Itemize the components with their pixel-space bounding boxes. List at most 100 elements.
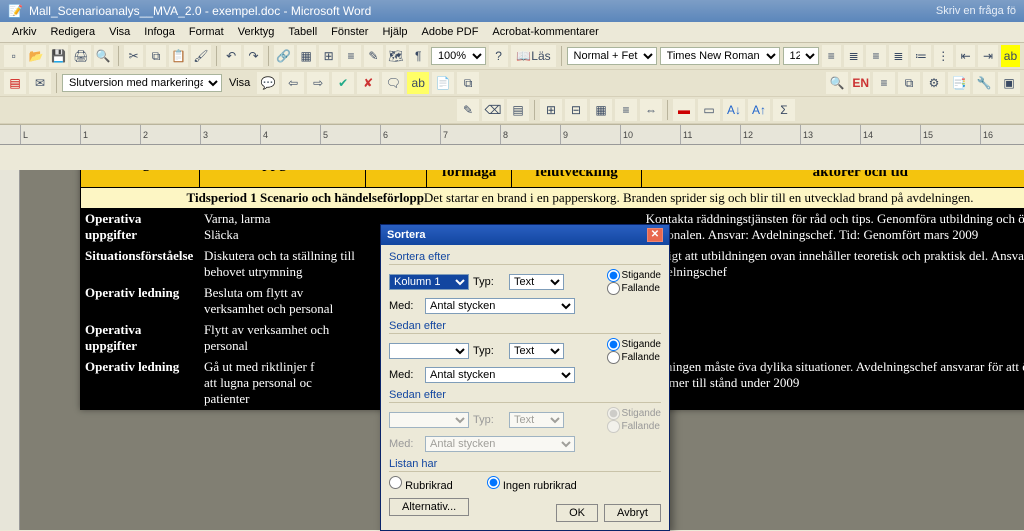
table-cell[interactable]: Operativ ledning — [81, 357, 200, 410]
menu-hjälp[interactable]: Hjälp — [376, 24, 413, 40]
pdf-mail-icon[interactable]: ✉ — [29, 72, 51, 94]
split-icon[interactable]: ⊟ — [565, 99, 587, 121]
bullet-list-icon[interactable]: ⋮ — [934, 45, 953, 67]
paste-icon[interactable]: 📋 — [169, 45, 188, 67]
map-icon[interactable]: 🗺 — [386, 45, 405, 67]
ruler-vertical[interactable] — [0, 170, 20, 530]
table-cell[interactable]: Diskutera och ta ställning till behovet … — [199, 246, 365, 283]
table-cell[interactable] — [641, 283, 1024, 320]
bordercolor-icon[interactable]: ▭ — [698, 99, 720, 121]
sort-using-select[interactable]: Antal stycken — [425, 298, 575, 314]
menu-redigera[interactable]: Redigera — [44, 24, 101, 40]
tracking-select[interactable]: Slutversion med markeringar — [62, 74, 222, 92]
table-icon[interactable]: ▦ — [297, 45, 316, 67]
insertrow-icon[interactable]: ▤ — [507, 99, 529, 121]
link-icon[interactable]: 🔗 — [274, 45, 293, 67]
autosum-icon[interactable]: Σ — [773, 99, 795, 121]
table-cell[interactable] — [641, 320, 1024, 357]
new-icon[interactable]: ▫ — [4, 45, 23, 67]
table-cell[interactable]: Operativ ledning — [81, 283, 200, 320]
menu-adobe pdf[interactable]: Adobe PDF — [416, 24, 485, 40]
table-cell[interactable]: Ledningen måste öva dylika situationer. … — [641, 357, 1024, 410]
read-button[interactable]: 📖 Läs — [511, 45, 555, 67]
copy-icon[interactable]: ⧉ — [146, 45, 165, 67]
next-change-icon[interactable]: ⇨ — [307, 72, 329, 94]
pdf-icon[interactable]: ▤ — [4, 72, 26, 94]
drawtable-icon[interactable]: ✎ — [457, 99, 479, 121]
tool4-icon[interactable]: ▣ — [998, 72, 1020, 94]
dialog-titlebar[interactable]: Sortera ✕ — [381, 225, 669, 245]
print-icon[interactable]: 🖨 — [71, 45, 90, 67]
then-column-select-1[interactable] — [389, 343, 469, 359]
lang-button[interactable]: EN — [851, 72, 870, 94]
align-right-icon[interactable]: ≡ — [866, 45, 885, 67]
options-button[interactable]: Alternativ... — [389, 498, 469, 516]
header-row-radio[interactable]: Rubrikrad — [389, 476, 453, 492]
menu-tabell[interactable]: Tabell — [282, 24, 323, 40]
search2-icon[interactable]: 🔍 — [826, 72, 848, 94]
align-center-icon[interactable]: ≣ — [844, 45, 863, 67]
align-left-icon[interactable]: ≡ — [822, 45, 841, 67]
table-cell[interactable]: Varna, larmaSläcka — [199, 209, 365, 246]
then-using-select-1[interactable]: Antal stycken — [425, 367, 575, 383]
asc-radio[interactable]: Stigande — [607, 269, 661, 282]
excel-icon[interactable]: ⊞ — [319, 45, 338, 67]
numbered-list-icon[interactable]: ≔ — [911, 45, 930, 67]
ruler-horizontal[interactable]: L12345678910111213141516 — [0, 125, 1024, 145]
asc-radio-2[interactable]: Stigande — [607, 338, 661, 351]
menu-format[interactable]: Format — [183, 24, 230, 40]
table-cell[interactable]: Viktigt att utbildningen ovan innehåller… — [641, 246, 1024, 283]
comment-icon[interactable]: 🗨 — [382, 72, 404, 94]
fontsize-select[interactable]: 12 — [783, 47, 819, 65]
ask-question-box[interactable]: Skriv en fråga fö — [936, 5, 1016, 17]
indent-icon[interactable]: ⇥ — [978, 45, 997, 67]
tool2-icon[interactable]: 📑 — [948, 72, 970, 94]
justify-icon[interactable]: ≣ — [889, 45, 908, 67]
sort-type-select[interactable]: Text — [509, 274, 564, 290]
highlight-icon[interactable]: ab — [1001, 45, 1020, 67]
list-icon[interactable]: ≡ — [873, 72, 895, 94]
table-cell[interactable]: Operativa uppgifter — [81, 209, 200, 246]
show-marks-icon[interactable]: ¶ — [409, 45, 428, 67]
eraser-icon[interactable]: ⌫ — [482, 99, 504, 121]
undo-icon[interactable]: ↶ — [221, 45, 240, 67]
then-type-select-1[interactable]: Text — [509, 343, 564, 359]
outline-icon[interactable]: ⧉ — [898, 72, 920, 94]
menu-arkiv[interactable]: Arkiv — [6, 24, 42, 40]
sort-column-select[interactable]: Kolumn 1 — [389, 274, 469, 290]
open-icon[interactable]: 📂 — [26, 45, 45, 67]
table-cell[interactable]: Situationsförståelse — [81, 246, 200, 283]
preview-icon[interactable]: 🔍 — [94, 45, 113, 67]
format-painter-icon[interactable]: 🖌 — [191, 45, 210, 67]
table-cell[interactable]: Besluta om flytt av verksamhet och perso… — [199, 283, 365, 320]
ok-button[interactable]: OK — [556, 504, 598, 522]
highlight2-icon[interactable]: ab — [407, 72, 429, 94]
visa-label[interactable]: Visa — [225, 77, 254, 89]
desc-radio-2[interactable]: Fallande — [607, 351, 661, 364]
font-select[interactable]: Times New Roman — [660, 47, 780, 65]
outdent-icon[interactable]: ⇤ — [956, 45, 975, 67]
menu-infoga[interactable]: Infoga — [138, 24, 181, 40]
reject-icon[interactable]: ✘ — [357, 72, 379, 94]
save-icon[interactable]: 💾 — [49, 45, 68, 67]
menu-acrobat-kommentarer[interactable]: Acrobat-kommentarer — [486, 24, 604, 40]
menu-verktyg[interactable]: Verktyg — [232, 24, 281, 40]
redo-icon[interactable]: ↷ — [244, 45, 263, 67]
sort-desc-icon[interactable]: A↑ — [748, 99, 770, 121]
menu-visa[interactable]: Visa — [103, 24, 136, 40]
compare-icon[interactable]: ⧉ — [457, 72, 479, 94]
tool1-icon[interactable]: ⚙ — [923, 72, 945, 94]
columns-icon[interactable]: ≡ — [341, 45, 360, 67]
reviewing-icon[interactable]: 📄 — [432, 72, 454, 94]
cut-icon[interactable]: ✂ — [124, 45, 143, 67]
tool3-icon[interactable]: 🔧 — [973, 72, 995, 94]
fillcolor-icon[interactable]: ▬ — [673, 99, 695, 121]
merge-icon[interactable]: ⊞ — [540, 99, 562, 121]
zoom-select[interactable]: 100% — [431, 47, 486, 65]
table-cell[interactable]: Flytt av verksamhet och personal — [199, 320, 365, 357]
style-select[interactable]: Normal + Fet — [567, 47, 657, 65]
distribute-icon[interactable]: ≡ — [615, 99, 637, 121]
align-cell-icon[interactable]: ▦ — [590, 99, 612, 121]
cancel-button[interactable]: Avbryt — [604, 504, 661, 522]
autofit-icon[interactable]: ⇔ — [640, 99, 662, 121]
